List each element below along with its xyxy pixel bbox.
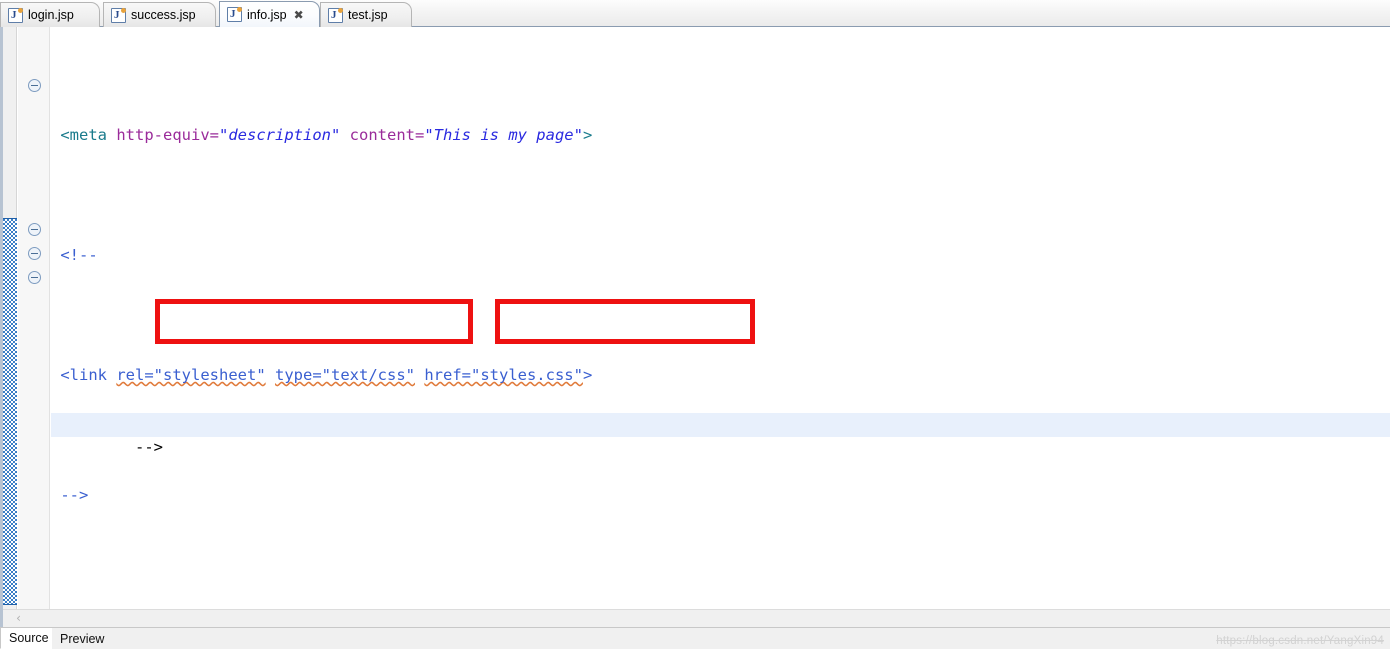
chevron-left-icon[interactable]: ‹ — [12, 612, 25, 625]
tab-label: test.jsp — [348, 8, 388, 22]
code-line: <!-- — [51, 243, 1390, 267]
code-line: <link rel="stylesheet" type="text/css" h… — [51, 363, 1390, 387]
fold-marker-icon[interactable] — [28, 271, 41, 284]
tab-label: success.jsp — [131, 8, 196, 22]
jsp-file-icon — [328, 7, 343, 23]
watermark-text: https://blog.csdn.net/YangXin94 — [1216, 635, 1384, 647]
tab-preview-label: Preview — [60, 631, 105, 646]
fold-marker-icon[interactable] — [28, 247, 41, 260]
fold-marker-icon[interactable] — [28, 223, 41, 236]
token-html-comment-close: --> — [60, 486, 89, 504]
eclipse-jsp-editor-window: login.jsp success.jsp info.jsp ✖ test.js… — [0, 0, 1390, 649]
editor-mode-tab-bar: Source Preview https://blog.csdn.net/Yan… — [0, 627, 1390, 649]
token-link-comment-close: > — [582, 366, 593, 384]
tab-label: info.jsp — [247, 7, 287, 22]
token-html-comment-open: <!-- — [60, 246, 98, 264]
token-meta-open: <meta — [60, 126, 108, 144]
code-line: <meta http-equiv="description" content="… — [51, 123, 1390, 147]
token-val-page: "This is my page" — [424, 126, 583, 144]
horizontal-scrollbar[interactable]: ‹ — [3, 609, 1390, 627]
token-link-comment-rel: rel="stylesheet" — [116, 366, 266, 384]
tab-login-jsp[interactable]: login.jsp — [0, 2, 100, 27]
token-link-comment-pre: <link — [60, 366, 117, 384]
jsp-file-icon — [111, 7, 126, 23]
token-val-description: "description" — [219, 126, 341, 144]
token-meta-close: > — [582, 126, 593, 144]
editor-tab-bar: login.jsp success.jsp info.jsp ✖ test.js… — [0, 0, 1390, 27]
tab-preview[interactable]: Preview — [52, 628, 113, 649]
fold-marker-icon[interactable] — [28, 79, 41, 92]
tab-source[interactable]: Source — [0, 628, 58, 649]
token-attr-content: content= — [340, 126, 425, 144]
source-editor[interactable]: <meta http-equiv="description" content="… — [0, 27, 1390, 627]
tab-label: login.jsp — [28, 8, 74, 22]
token-attr-httpequiv: http-equiv= — [107, 126, 219, 144]
vertical-scrollbar[interactable] — [3, 27, 17, 627]
jsp-file-icon — [227, 7, 242, 22]
tab-source-label: Source — [9, 631, 49, 645]
tab-info-jsp[interactable]: info.jsp ✖ — [219, 1, 320, 27]
vertical-scrollbar-thumb[interactable] — [3, 218, 17, 605]
tab-test-jsp[interactable]: test.jsp — [320, 2, 412, 27]
source-code[interactable]: <meta http-equiv="description" content="… — [51, 27, 1390, 627]
token-link-comment-href: href="styles.css" — [424, 366, 583, 384]
jsp-file-icon — [8, 7, 23, 23]
token-link-comment-type: type="text/css" — [275, 366, 415, 384]
code-line: --> — [51, 483, 1390, 507]
code-text-area[interactable]: <meta http-equiv="description" content="… — [51, 27, 1390, 627]
close-icon[interactable]: ✖ — [294, 9, 304, 21]
editor-gutter — [18, 27, 50, 627]
tab-success-jsp[interactable]: success.jsp — [103, 2, 216, 27]
